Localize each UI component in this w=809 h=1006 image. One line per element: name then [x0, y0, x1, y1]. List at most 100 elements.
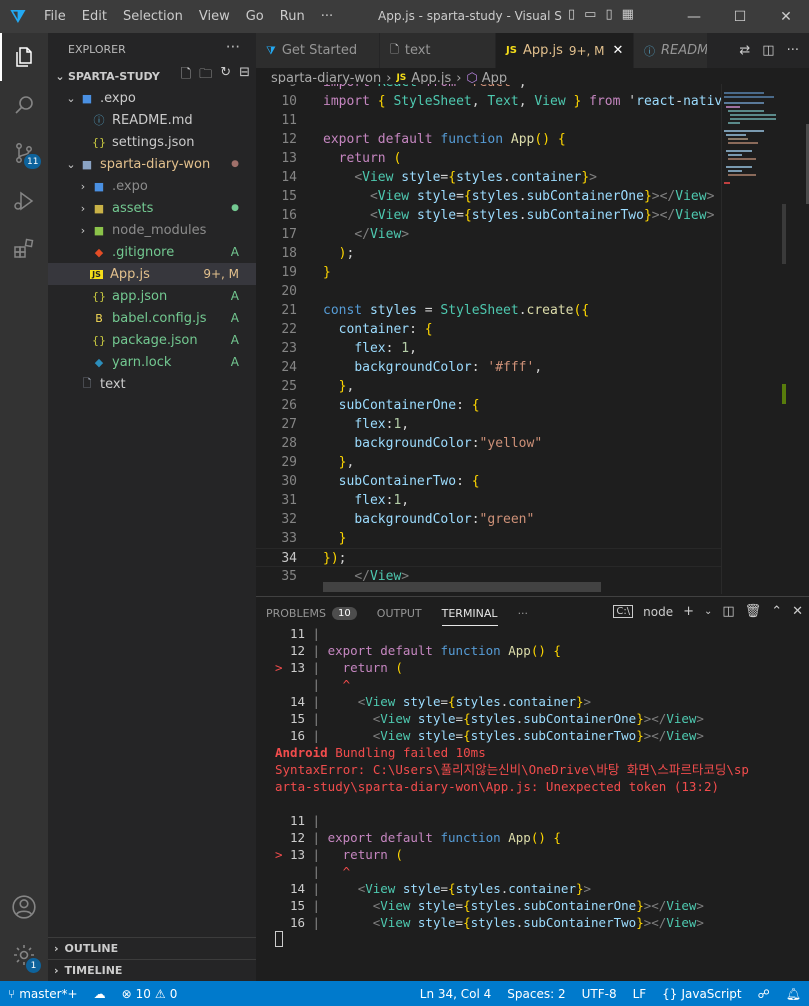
line-code: flex: 1, [354, 341, 417, 356]
chevron-down-icon[interactable]: ⌄ [704, 606, 712, 617]
code-editor[interactable]: 9 import React from 'react'; 10 import { St… [256, 84, 721, 594]
toggle-secondary-sidebar-icon[interactable]: ▯ [605, 7, 612, 22]
tree-item[interactable]: {} app.json A [48, 285, 256, 307]
menu-run[interactable]: Run [272, 9, 313, 24]
run-debug-icon[interactable] [0, 177, 48, 225]
tree-item[interactable]: {} package.json A [48, 329, 256, 351]
tree-item[interactable]: JS App.js 9+, M [48, 263, 256, 285]
customize-layout-icon[interactable]: ▦ [622, 7, 634, 22]
encoding[interactable]: UTF-8 [574, 987, 625, 1001]
project-root[interactable]: ⌄ SPARTA-STUDY 🗋 🗀 ↻ ⊟ [48, 65, 256, 87]
close-window-button[interactable]: ✕ [763, 0, 809, 33]
tree-item[interactable]: Bbabel.config.js A [48, 307, 256, 329]
search-icon[interactable] [0, 81, 48, 129]
terminal-line-number: 11 [289, 626, 305, 641]
collapse-all-icon[interactable]: ⊟ [239, 65, 250, 87]
maximize-panel-icon[interactable]: ⌃ [771, 604, 782, 619]
tree-item[interactable]: › ■ node_modules [48, 219, 256, 241]
code-line: 17 </View> [256, 225, 721, 244]
close-tab-icon[interactable]: ✕ [613, 43, 624, 58]
code-line: 30 subContainerTwo: { [256, 472, 721, 491]
end-of-line[interactable]: LF [625, 987, 655, 1001]
line-number: 20 [281, 284, 297, 299]
panel-more[interactable]: ··· [508, 597, 539, 629]
line-code: import React from 'react'; [323, 84, 527, 92]
terminal-line: 12 | export default function App() { [275, 642, 561, 659]
tab-terminal[interactable]: TERMINAL [432, 597, 508, 629]
line-number: 28 [281, 436, 297, 451]
split-editor-icon[interactable]: ◫ [762, 43, 774, 58]
split-terminal-icon[interactable]: ◫ [722, 604, 734, 619]
tree-item[interactable]: ⌄ ■ sparta-diary-won ● [48, 153, 256, 175]
explorer-icon[interactable] [0, 33, 48, 81]
compare-changes-icon[interactable]: ⇄ [739, 43, 750, 58]
manage-gear-icon[interactable]: 1 [0, 931, 48, 979]
accounts-icon[interactable] [0, 883, 48, 931]
terminal-line-number: 12 [289, 643, 305, 658]
menu-view[interactable]: View [191, 9, 238, 24]
more-actions-icon[interactable]: ··· [787, 43, 799, 58]
menu-go[interactable]: Go [238, 9, 272, 24]
new-file-icon[interactable]: 🗋 [181, 65, 191, 87]
tree-item-label: assets [112, 200, 154, 216]
tree-item[interactable]: ◆ .gitignore A [48, 241, 256, 263]
sync-button[interactable]: ☁ [86, 987, 114, 1001]
tree-item[interactable]: ⌄ ■ .expo [48, 87, 256, 109]
tree-item-label: text [100, 376, 126, 392]
source-control-icon[interactable]: 11 [0, 129, 48, 177]
braces-icon: {} [662, 986, 678, 1001]
explorer-more-icon[interactable]: ··· [226, 38, 240, 56]
timeline-section[interactable]: › TIMELINE [48, 959, 256, 981]
panel-tabs: PROBLEMS 10 OUTPUT TERMINAL ··· C:\ node… [256, 597, 809, 629]
tree-item[interactable]: ◆ yarn.lock A [48, 351, 256, 373]
line-code: }, [338, 455, 355, 470]
close-panel-icon[interactable]: ✕ [792, 604, 803, 619]
terminal-line-number: 16 [289, 728, 305, 743]
chevron-right-icon: › [80, 223, 86, 237]
minimize-button[interactable]: — [671, 0, 717, 33]
maximize-button[interactable]: ☐ [717, 0, 763, 33]
tree-item[interactable]: {} settings.json [48, 131, 256, 153]
menu-selection[interactable]: Selection [115, 9, 191, 24]
outline-section[interactable]: › OUTLINE [48, 937, 256, 959]
trash-icon[interactable]: 🗑 [745, 604, 762, 619]
tree-item[interactable]: 🗋 text [48, 373, 256, 395]
line-number: 35 [281, 569, 297, 584]
branch-indicator[interactable]: ⑂ master*+ [0, 987, 86, 1001]
line-number: 24 [281, 360, 297, 375]
terminal-name[interactable]: node [643, 605, 673, 619]
tree-item[interactable]: ⓘ README.md [48, 109, 256, 131]
menu-file[interactable]: File [36, 9, 74, 24]
tab-get-started[interactable]: ⧩ Get Started [256, 33, 380, 68]
git-status: ● [231, 159, 239, 169]
language-mode[interactable]: {} JavaScript [654, 987, 749, 1001]
minimap[interactable] [721, 84, 809, 594]
tree-item-label: .gitignore [112, 244, 175, 260]
tab-readme[interactable]: ⓘ READM [634, 33, 708, 68]
extensions-icon[interactable] [0, 225, 48, 273]
tab-output[interactable]: OUTPUT [367, 597, 432, 629]
tree-item[interactable]: › ■ assets ● [48, 197, 256, 219]
indentation[interactable]: Spaces: 2 [499, 987, 573, 1001]
tab-app-js[interactable]: JS App.js 9+, M ✕ [496, 33, 634, 68]
menu-more[interactable]: ··· [313, 9, 341, 24]
horizontal-scrollbar[interactable] [323, 582, 601, 592]
toggle-sidebar-icon[interactable]: ▯ [568, 7, 575, 22]
tab-label: PROBLEMS [266, 606, 327, 620]
gutter-separator: | [305, 660, 328, 675]
line-code: <View style={styles.subContainerOne}></V… [369, 189, 715, 204]
menu-edit[interactable]: Edit [74, 9, 115, 24]
feedback-button[interactable]: ☍ [750, 987, 778, 1001]
toggle-panel-icon[interactable]: ▭ [584, 7, 596, 22]
tab-text[interactable]: 🗋 text [380, 33, 496, 68]
problems-indicator[interactable]: ⊗ 10 ⚠ 0 [114, 987, 186, 1001]
code-line: 31 flex:1, [256, 491, 721, 510]
tree-item[interactable]: › ■ .expo [48, 175, 256, 197]
cursor-position[interactable]: Ln 34, Col 4 [412, 987, 500, 1001]
new-terminal-icon[interactable]: + [683, 604, 694, 619]
error-message: SyntaxError: C:\Users\풀리지않는신비\OneDrive\바… [275, 762, 749, 777]
refresh-icon[interactable]: ↻ [220, 65, 231, 87]
notifications-button[interactable]: 🔔︎ [778, 987, 809, 1001]
tree-item-label: yarn.lock [112, 354, 172, 370]
new-folder-icon[interactable]: 🗀 [199, 65, 212, 87]
